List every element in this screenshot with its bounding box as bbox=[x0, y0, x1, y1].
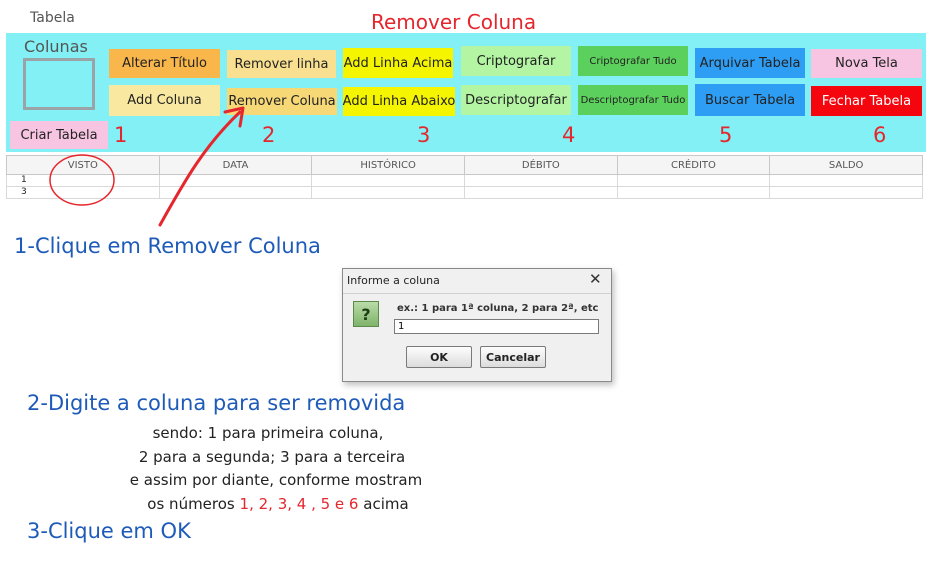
instruction-step-3: 3-Clique em OK bbox=[27, 519, 191, 543]
cancelar-button[interactable]: Cancelar bbox=[480, 346, 546, 368]
pointer-arrow-icon bbox=[158, 110, 242, 227]
ok-button[interactable]: OK bbox=[406, 346, 472, 368]
instruction-detail-line-4: os números 1, 2, 3, 4 , 5 e 6 acima bbox=[58, 495, 498, 513]
instruction-detail-line-3: e assim por diante, conforme mostram bbox=[129, 471, 423, 489]
question-icon: ? bbox=[353, 301, 379, 327]
input-dialog: Informe a coluna ✕ ? ex.: 1 para 1ª colu… bbox=[342, 268, 612, 382]
instruction-detail-line-1: sendo: 1 para primeira coluna, bbox=[152, 424, 384, 442]
line-4-suffix: acima bbox=[363, 495, 409, 513]
dialog-divider bbox=[343, 293, 611, 294]
instruction-detail-line-2: 2 para a segunda; 3 para a terceira bbox=[138, 448, 406, 466]
instruction-step-1: 1-Clique em Remover Coluna bbox=[14, 234, 321, 258]
column-number-input[interactable] bbox=[394, 319, 599, 334]
instruction-step-2: 2-Digite a coluna para ser removida bbox=[27, 391, 406, 415]
close-icon[interactable]: ✕ bbox=[589, 270, 602, 288]
dialog-message: ex.: 1 para 1ª coluna, 2 para 2ª, etc bbox=[397, 303, 599, 314]
line-4-prefix: os números bbox=[147, 495, 235, 513]
visto-highlight-circle bbox=[49, 154, 115, 206]
dialog-title: Informe a coluna bbox=[347, 274, 440, 287]
line-4-numbers: 1, 2, 3, 4 , 5 e 6 bbox=[239, 495, 359, 513]
